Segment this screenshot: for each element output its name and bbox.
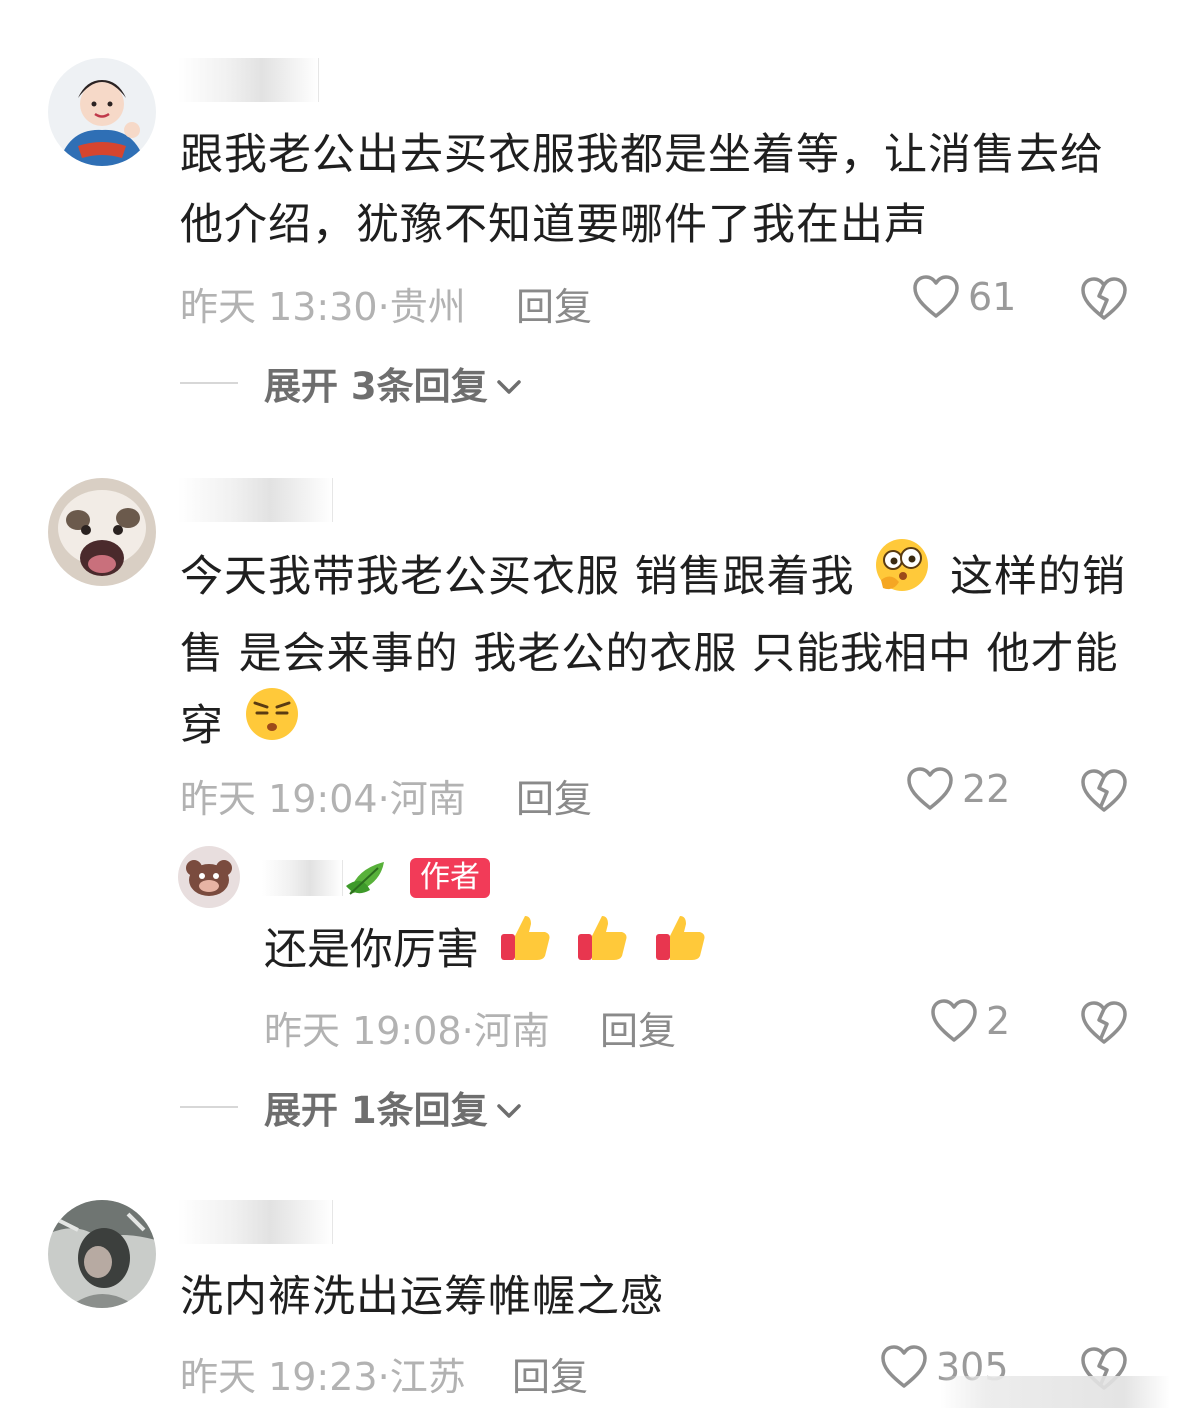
location: 河南 [473,1009,550,1053]
broken-heart-icon [1080,276,1128,322]
like-button[interactable]: 61 [912,274,1016,320]
dislike-button[interactable] [1080,768,1128,814]
reply-button[interactable]: 回复 [516,276,592,331]
heart-outline-icon [880,1344,928,1390]
location: 贵州 [389,285,466,329]
like-count: 2 [986,999,1011,1043]
author-reply-body: 还是你厉害 [264,925,479,975]
author-reply-meta: 昨天 19:08·河南 [264,1000,550,1055]
comment-text: 今天我带我老公买衣服 销售跟着我 这样的销售 是会来事的 我老公的衣服 只能我相… [180,539,1130,768]
timestamp: 昨天 19:04 [180,777,378,821]
author-avatar[interactable] [178,846,240,908]
divider-line [180,382,238,384]
avatar[interactable] [48,478,156,586]
chevron-down-icon [496,362,522,405]
timestamp: 昨天 19:08 [264,1009,462,1053]
heart-outline-icon [906,766,954,812]
username-blurred[interactable] [178,1200,333,1244]
thumbs-up-emoji-icon [497,910,553,987]
username-blurred[interactable] [178,478,333,522]
like-count: 22 [962,767,1011,811]
broken-heart-icon [1080,1000,1128,1046]
thumbs-up-emoji-icon [574,910,630,987]
comment-text: 洗内裤洗出运筹帷幄之感 [180,1262,1130,1332]
comment-meta: 昨天 19:04·河南 [180,768,466,823]
avatar[interactable] [48,1200,156,1308]
username-blurred[interactable] [178,58,319,102]
reply-button[interactable]: 回复 [516,768,592,823]
meta-separator: · [461,1009,474,1053]
broken-heart-icon [1080,768,1128,814]
timestamp: 昨天 19:23 [180,1355,378,1399]
dislike-button[interactable] [1080,1000,1128,1046]
reply-button[interactable]: 回复 [512,1346,588,1401]
comment-body: 洗内裤洗出运筹帷幄之感 [180,1272,664,1322]
divider-line [180,1106,238,1108]
watermark-overlay [940,1376,1170,1408]
heart-outline-icon [930,998,978,1044]
author-username-blurred[interactable] [262,860,343,896]
like-count: 61 [968,275,1017,319]
chevron-down-icon [496,1086,522,1129]
author-reply-text: 还是你厉害 [264,914,712,991]
comment-meta: 昨天 13:30·贵州 [180,276,466,331]
timestamp: 昨天 13:30 [180,285,378,329]
meta-separator: · [377,285,390,329]
reply-button[interactable]: 回复 [600,1000,676,1055]
location: 河南 [389,777,466,821]
author-badge: 作者 [410,858,490,898]
dislike-button[interactable] [1080,276,1128,322]
expand-replies-button[interactable]: 展开 1条回复 [180,1080,522,1134]
comment-body: 跟我老公出去买衣服我都是坐着等，让消售去给他介绍，犹豫不知道要哪件了我在出声 [180,130,1104,250]
leaf-icon [344,856,392,904]
heart-outline-icon [912,274,960,320]
thumbs-up-emoji-icon [652,910,708,987]
comment-text: 跟我老公出去买衣服我都是坐着等，让消售去给他介绍，犹豫不知道要哪件了我在出声 [180,120,1130,260]
expand-label: 展开 3条回复 [264,365,488,408]
like-button[interactable]: 22 [906,766,1010,812]
meta-separator: · [377,777,390,821]
comment-body-part-1: 今天我带我老公买衣服 销售跟着我 [180,552,855,602]
thinking-face-emoji-icon [873,536,931,615]
expand-label: 展开 1条回复 [264,1089,488,1132]
expand-replies-button[interactable]: 展开 3条回复 [180,356,522,410]
comment-meta: 昨天 19:23·江苏 [180,1346,466,1401]
location: 江苏 [389,1355,466,1399]
meta-separator: · [377,1355,390,1399]
avatar[interactable] [48,58,156,166]
unamused-face-emoji-icon [243,685,301,764]
like-button[interactable]: 2 [930,998,1010,1044]
